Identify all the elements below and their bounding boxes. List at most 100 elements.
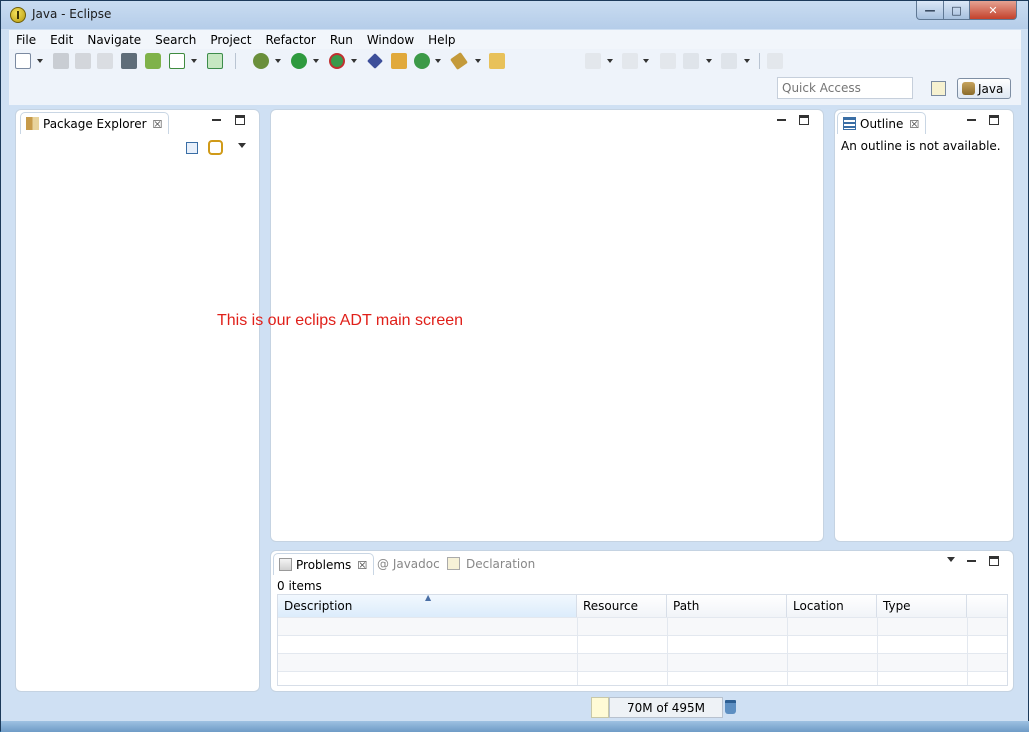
close-tab-icon[interactable]: ☒ xyxy=(357,559,367,572)
column-type[interactable]: Type xyxy=(877,595,967,617)
tab-package-explorer[interactable]: Package Explorer ☒ xyxy=(20,112,170,134)
title-bar[interactable]: Java - Eclipse — □ ✕ xyxy=(1,1,1028,29)
menu-help[interactable]: Help xyxy=(421,33,462,47)
outline-tabs: Outline ☒ xyxy=(835,110,1013,134)
new-class-dropdown-icon[interactable] xyxy=(435,59,441,63)
toolbar-separator-2 xyxy=(759,53,760,69)
minimize-view-icon[interactable] xyxy=(967,119,976,121)
back-icon[interactable] xyxy=(683,53,699,69)
menu-refactor[interactable]: Refactor xyxy=(258,33,322,47)
debug-icon[interactable] xyxy=(253,53,269,69)
maximize-view-icon[interactable] xyxy=(989,115,999,125)
column-path[interactable]: Path xyxy=(667,595,787,617)
editor-minimize-icon[interactable] xyxy=(777,119,786,121)
new-package-icon[interactable] xyxy=(391,53,407,69)
java-perspective-button[interactable]: Java xyxy=(957,78,1011,99)
tab-outline[interactable]: Outline ☒ xyxy=(837,112,927,134)
open-perspective-icon[interactable] xyxy=(931,81,946,96)
status-indicator xyxy=(591,697,609,718)
column-location[interactable]: Location xyxy=(787,595,877,617)
check-dropdown-icon[interactable] xyxy=(191,59,197,63)
next-annotation-icon[interactable] xyxy=(585,53,601,69)
problems-tabs: Problems ☒ @ Javadoc Declaration xyxy=(271,551,1013,575)
menu-search[interactable]: Search xyxy=(148,33,203,47)
minimize-view-icon[interactable] xyxy=(212,119,221,121)
save-all-icon[interactable] xyxy=(75,53,91,69)
column-description-label: Description xyxy=(284,599,353,613)
package-explorer-panel: Package Explorer ☒ xyxy=(15,109,260,692)
minimize-button[interactable]: — xyxy=(916,1,944,20)
tab-declaration[interactable]: Declaration xyxy=(466,557,535,571)
maximize-button[interactable]: □ xyxy=(943,1,970,20)
wand-icon[interactable] xyxy=(450,52,468,70)
bug-icon[interactable] xyxy=(367,53,383,69)
window-title: Java - Eclipse xyxy=(32,7,112,21)
heap-status[interactable]: 70M of 495M xyxy=(609,697,723,718)
run-external-icon[interactable] xyxy=(329,53,345,69)
print-icon[interactable] xyxy=(97,53,113,69)
table-row xyxy=(278,671,1007,685)
download-icon[interactable] xyxy=(121,53,137,69)
prev-annotation-dropdown-icon[interactable] xyxy=(643,59,649,63)
toolbar-separator xyxy=(235,53,236,69)
outline-icon xyxy=(843,117,856,130)
android-sdk-icon[interactable] xyxy=(145,53,161,69)
maximize-view-icon[interactable] xyxy=(235,115,245,125)
menu-window[interactable]: Window xyxy=(360,33,421,47)
new-android-icon[interactable] xyxy=(207,53,223,69)
tab-javadoc[interactable]: @ Javadoc xyxy=(377,557,440,571)
problems-panel: Problems ☒ @ Javadoc Declaration 0 items … xyxy=(270,550,1014,692)
column-resource[interactable]: Resource xyxy=(577,595,667,617)
table-row xyxy=(278,635,1007,653)
last-edit-icon[interactable] xyxy=(660,53,676,69)
new-class-icon[interactable] xyxy=(414,53,430,69)
package-explorer-label: Package Explorer xyxy=(43,117,147,131)
close-tab-icon[interactable]: ☒ xyxy=(153,118,163,131)
menu-file[interactable]: File xyxy=(9,33,43,47)
close-button[interactable]: ✕ xyxy=(969,1,1017,20)
wand-dropdown-icon[interactable] xyxy=(475,59,481,63)
column-description[interactable]: ▲ Description xyxy=(278,593,577,617)
menu-navigate[interactable]: Navigate xyxy=(80,33,148,47)
column-filler xyxy=(967,595,1007,617)
prev-annotation-icon[interactable] xyxy=(622,53,638,69)
table-row xyxy=(278,617,1007,635)
new-icon[interactable] xyxy=(15,53,31,69)
close-tab-icon[interactable]: ☒ xyxy=(909,118,919,131)
table-row xyxy=(278,653,1007,671)
new-dropdown-icon[interactable] xyxy=(37,59,43,63)
save-icon[interactable] xyxy=(53,53,69,69)
next-annotation-dropdown-icon[interactable] xyxy=(607,59,613,63)
menu-run[interactable]: Run xyxy=(323,33,360,47)
view-menu-icon[interactable] xyxy=(238,143,246,148)
main-toolbar: Java xyxy=(9,49,1021,105)
package-explorer-icon xyxy=(26,117,39,130)
quick-access-input[interactable] xyxy=(777,77,913,99)
forward-dropdown-icon[interactable] xyxy=(744,59,750,63)
run-dropdown-icon[interactable] xyxy=(313,59,319,63)
trash-icon[interactable] xyxy=(725,700,736,714)
outline-message: An outline is not available. xyxy=(841,139,1001,153)
menu-edit[interactable]: Edit xyxy=(43,33,80,47)
maximize-view-icon[interactable] xyxy=(989,556,999,566)
run-external-dropdown-icon[interactable] xyxy=(351,59,357,63)
collapse-all-icon[interactable] xyxy=(186,142,198,154)
editor-maximize-icon[interactable] xyxy=(799,115,809,125)
eclipse-window: Java - Eclipse — □ ✕ File Edit Navigate … xyxy=(0,0,1029,732)
check-icon[interactable] xyxy=(169,53,185,69)
tab-problems[interactable]: Problems ☒ xyxy=(273,553,375,575)
link-with-editor-icon[interactable] xyxy=(208,140,223,155)
run-icon[interactable] xyxy=(291,53,307,69)
forward-icon[interactable] xyxy=(721,53,737,69)
problems-label: Problems xyxy=(296,558,352,572)
items-count: 0 items xyxy=(277,579,322,593)
menu-bar: File Edit Navigate Search Project Refact… xyxy=(9,30,1021,49)
debug-dropdown-icon[interactable] xyxy=(275,59,281,63)
open-folder-icon[interactable] xyxy=(489,53,505,69)
problems-table: ▲ Description Resource Path Location Typ… xyxy=(277,593,1008,686)
back-dropdown-icon[interactable] xyxy=(706,59,712,63)
pin-icon[interactable] xyxy=(767,53,783,69)
view-menu-icon[interactable] xyxy=(947,557,955,562)
minimize-view-icon[interactable] xyxy=(967,560,976,562)
menu-project[interactable]: Project xyxy=(203,33,258,47)
